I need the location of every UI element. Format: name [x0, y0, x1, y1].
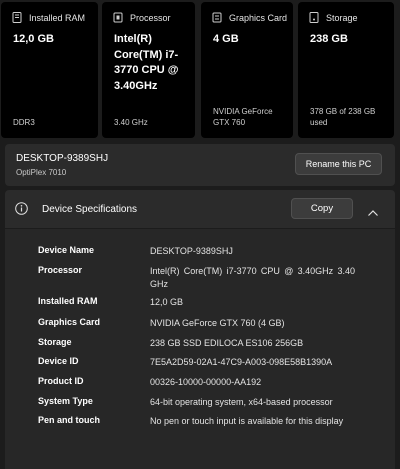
spec-key: System Type — [38, 396, 93, 406]
copy-button[interactable]: Copy — [291, 198, 353, 219]
spec-key: Device ID — [38, 356, 79, 366]
device-specifications-list: Device Name DESKTOP-9389SHJ Processor In… — [5, 229, 395, 469]
card-detail: DDR3 — [13, 118, 35, 127]
spec-value: 12,0 GB — [150, 297, 184, 307]
card-detail: NVIDIA GeForce GTX 760 — [213, 107, 273, 127]
pc-model: OptiPlex 7010 — [16, 168, 67, 177]
pc-name-row: DESKTOP-9389SHJ OptiPlex 7010 Rename thi… — [5, 144, 395, 186]
card-detail: 378 GB of 238 GB used — [310, 107, 376, 127]
card-value: 12,0 GB — [13, 33, 54, 45]
spec-key: Device Name — [38, 245, 95, 255]
card-storage: Storage 238 GB 378 GB of 238 GB used — [298, 2, 394, 138]
spec-value: Intel(R) Core(TM) i7-3770 CPU @ 3.40GHz … — [150, 266, 355, 289]
card-detail: 3.40 GHz — [114, 118, 148, 127]
processor-icon — [113, 12, 123, 23]
card-processor: Processor Intel(R) Core(TM) i7-3770 CPU … — [102, 2, 195, 138]
card-value: 4 GB — [213, 33, 239, 45]
card-graphics-card: Graphics Card 4 GB NVIDIA GeForce GTX 76… — [201, 2, 293, 138]
card-label: Processor — [130, 12, 171, 23]
spec-key: Processor — [38, 265, 83, 275]
chevron-up-icon[interactable] — [367, 204, 379, 216]
spec-key: Product ID — [38, 376, 84, 386]
card-value: 238 GB — [310, 33, 348, 45]
section-title: Device Specifications — [42, 204, 138, 215]
card-installed-ram: Installed RAM 12,0 GB DDR3 — [1, 2, 98, 138]
spec-value: 7E5A2D59-02A1-47C9-A003-098E58B1390A — [150, 357, 333, 367]
card-label: Installed RAM — [29, 12, 86, 23]
info-icon — [15, 202, 28, 215]
spec-value: NVIDIA GeForce GTX 760 (4 GB) — [150, 318, 285, 328]
spec-key: Installed RAM — [38, 296, 98, 306]
graphics-card-icon — [212, 12, 222, 23]
card-label: Storage — [326, 12, 358, 23]
memory-icon — [12, 12, 22, 23]
device-specifications-header[interactable]: Device Specifications Copy — [5, 190, 395, 228]
spec-key: Storage — [38, 337, 72, 347]
rename-pc-button[interactable]: Rename this PC — [295, 153, 382, 175]
card-label: Graphics Card — [229, 12, 288, 23]
spec-value: 00326-10000-00000-AA192 — [150, 377, 262, 387]
spec-key: Graphics Card — [38, 317, 101, 327]
spec-value: 64-bit operating system, x64-based proce… — [150, 397, 333, 407]
spec-value: DESKTOP-9389SHJ — [150, 246, 233, 256]
pc-name: DESKTOP-9389SHJ — [16, 153, 109, 164]
card-value: Intel(R) Core(TM) i7-3770 CPU @ 3.40GHz — [114, 33, 179, 92]
spec-key: Pen and touch — [38, 415, 101, 425]
spec-cards: Installed RAM 12,0 GB DDR3 Processor Int… — [0, 0, 400, 140]
spec-value: 238 GB SSD EDILOCA ES106 256GB — [150, 338, 304, 348]
spec-value: No pen or touch input is available for t… — [150, 416, 344, 426]
storage-icon — [309, 12, 319, 23]
